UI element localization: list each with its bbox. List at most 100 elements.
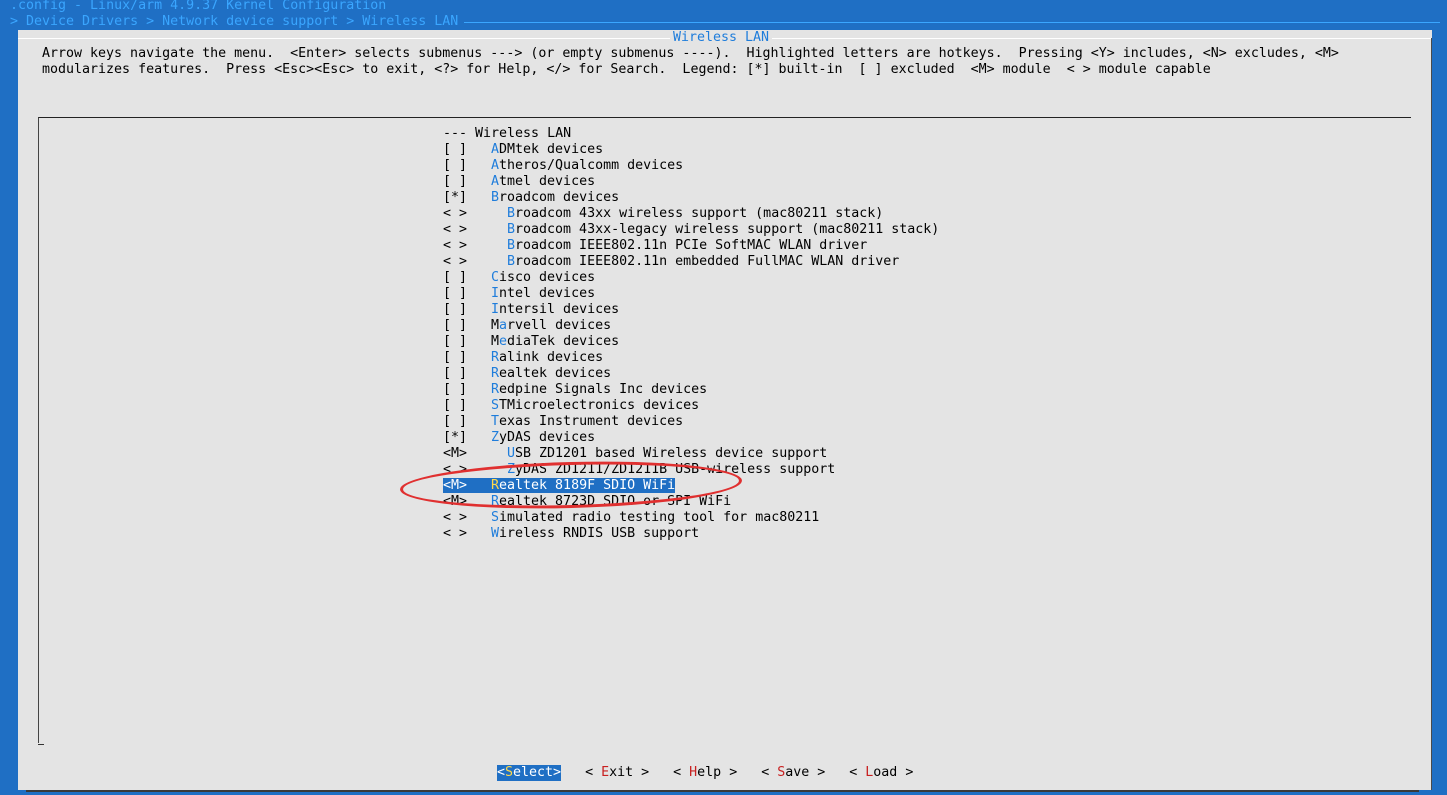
menu-item[interactable]: [ ] Intel devices <box>443 286 939 302</box>
menu-list-box[interactable]: --- Wireless LAN [ ] ADMtek devices[ ] Ath… <box>38 117 1411 745</box>
menu-item-content: <M> USB ZD1201 based Wireless device supp… <box>443 446 827 461</box>
selection-marker[interactable]: [ ] <box>443 142 491 158</box>
menu-item[interactable]: [ ] Intersil devices <box>443 302 939 318</box>
button-label: < <box>849 765 866 780</box>
menu-item-label: roadcom 43xx-legacy wireless support (ma… <box>515 222 940 237</box>
menu-item[interactable]: < > Broadcom 43xx-legacy wireless support… <box>443 222 939 238</box>
menu-item-label: TMicroelectronics devices <box>499 398 700 413</box>
selection-marker[interactable]: [ ] <box>443 366 491 382</box>
menu-item-label: roadcom IEEE802.11n embedded FullMAC WLA… <box>515 254 900 269</box>
menu-item[interactable]: [ ] Realtek devices <box>443 366 939 382</box>
menu-item-content: [*] ZyDAS devices <box>443 430 595 445</box>
hotkey-letter: a <box>499 318 508 333</box>
menu-item-content: < > Broadcom IEEE802.11n embedded FullMAC… <box>443 254 899 269</box>
menu-item-content: [ ] Intersil devices <box>443 302 619 317</box>
breadcrumb-text: > Device Drivers > Network device suppor… <box>10 14 459 29</box>
menu-item[interactable]: [ ] Ralink devices <box>443 350 939 366</box>
hotkey-letter: A <box>491 158 500 173</box>
menu-item-prefix: M <box>491 318 500 333</box>
menu-item-label: exas Instrument devices <box>499 414 684 429</box>
menu-item-content: < > Broadcom 43xx-legacy wireless support… <box>443 222 939 237</box>
button-label: elect> <box>513 765 562 780</box>
menu-item-label: isco devices <box>499 270 596 285</box>
menu-item-label: roadcom 43xx wireless support (mac80211 … <box>515 206 884 221</box>
selection-marker[interactable]: <M> <box>443 446 491 462</box>
select-button[interactable]: <Select> <box>497 765 562 781</box>
hotkey-letter: B <box>507 238 516 253</box>
hotkey-letter: e <box>499 334 508 349</box>
menu-item[interactable]: [ ] Redpine Signals Inc devices <box>443 382 939 398</box>
selection-marker[interactable]: < > <box>443 526 491 542</box>
hotkey-letter: A <box>491 174 500 189</box>
help-button[interactable]: < Help > <box>673 765 737 781</box>
button-label: < <box>585 765 602 780</box>
selection-marker[interactable]: [*] <box>443 190 491 206</box>
selection-marker[interactable]: < > <box>443 222 491 238</box>
help-text: Arrow keys navigate the menu. <Enter> se… <box>42 46 1339 78</box>
menu-item[interactable]: [ ] Cisco devices <box>443 270 939 286</box>
menu-item-content: [ ] Atheros/Qualcomm devices <box>443 158 683 173</box>
hotkey-letter: S <box>491 510 500 525</box>
menu-item-content: [ ] Marvell devices <box>443 318 611 333</box>
dialog-shadow <box>26 790 1419 792</box>
menu-item-content: [ ] Redpine Signals Inc devices <box>443 382 707 397</box>
dialog-title: Wireless LAN <box>670 30 773 46</box>
menu-item[interactable]: [ ] STMicroelectronics devices <box>443 398 939 414</box>
menu-item[interactable]: [ ] Texas Instrument devices <box>443 414 939 430</box>
menu-item[interactable]: < > Broadcom IEEE802.11n PCIe SoftMAC WLA… <box>443 238 939 254</box>
menu-item-content: [ ] Cisco devices <box>443 270 595 285</box>
selection-marker[interactable]: [ ] <box>443 382 491 398</box>
menu-item[interactable]: [*] ZyDAS devices <box>443 430 939 446</box>
menu-item[interactable]: [*] Broadcom devices <box>443 190 939 206</box>
menu-item[interactable]: [ ] Marvell devices <box>443 318 939 334</box>
help-line-2: modularizes features. Press <Esc><Esc> t… <box>42 62 1211 77</box>
selection-marker[interactable]: [ ] <box>443 414 491 430</box>
menu-item[interactable]: < > Wireless RNDIS USB support <box>443 526 939 542</box>
selection-marker[interactable]: [ ] <box>443 174 491 190</box>
hotkey-letter: B <box>507 206 516 221</box>
menu-item[interactable]: [ ] Atheros/Qualcomm devices <box>443 158 939 174</box>
menu-item-label: roadcom devices <box>499 190 620 205</box>
selection-marker[interactable]: [ ] <box>443 350 491 366</box>
selection-marker[interactable]: < > <box>443 510 491 526</box>
menu-item-content: [*] Broadcom devices <box>443 190 619 205</box>
button-label: elp > <box>697 765 738 780</box>
menu-item-content: [ ] Realtek devices <box>443 366 611 381</box>
selection-marker[interactable]: [ ] <box>443 270 491 286</box>
menu-item-label: ntersil devices <box>499 302 620 317</box>
menu-item-label: SB ZD1201 based Wireless device support <box>515 446 828 461</box>
selection-marker[interactable]: < > <box>443 206 491 222</box>
menu-item-content: [ ] Texas Instrument devices <box>443 414 683 429</box>
selection-marker[interactable]: [ ] <box>443 318 491 334</box>
hotkey-letter: U <box>507 446 516 461</box>
menu-item-content: < > Simulated radio testing tool for mac8… <box>443 510 819 525</box>
selection-marker[interactable]: < > <box>443 254 491 270</box>
menu-item[interactable]: <M> USB ZD1201 based Wireless device supp… <box>443 446 939 462</box>
menu-item-content: [ ] ADMtek devices <box>443 142 603 157</box>
dialog-right-border <box>1431 38 1432 790</box>
menu-item[interactable]: < > Simulated radio testing tool for mac8… <box>443 510 939 526</box>
hotkey-letter: H <box>689 765 698 780</box>
selection-marker[interactable]: < > <box>443 238 491 254</box>
selection-marker[interactable]: [ ] <box>443 302 491 318</box>
load-button[interactable]: < Load > <box>849 765 913 781</box>
menu-item[interactable]: [ ] Atmel devices <box>443 174 939 190</box>
menu-item-label: rvell devices <box>507 318 612 333</box>
exit-button[interactable]: < Exit > <box>585 765 649 781</box>
save-button[interactable]: < Save > <box>761 765 825 781</box>
selection-marker[interactable]: [ ] <box>443 334 491 350</box>
help-line-1: Arrow keys navigate the menu. <Enter> se… <box>42 46 1339 61</box>
selection-marker[interactable]: [ ] <box>443 398 491 414</box>
breadcrumb-rule <box>464 22 1440 23</box>
menu-item[interactable]: < > Broadcom 43xx wireless support (mac80… <box>443 206 939 222</box>
menu-item-label: alink devices <box>499 350 604 365</box>
menu-item[interactable]: [ ] ADMtek devices <box>443 142 939 158</box>
selection-marker[interactable]: [*] <box>443 430 491 446</box>
hotkey-letter: B <box>507 222 516 237</box>
selection-marker[interactable]: [ ] <box>443 286 491 302</box>
selection-marker[interactable]: [ ] <box>443 158 491 174</box>
menu-item-content: [ ] STMicroelectronics devices <box>443 398 699 413</box>
menu-item[interactable]: < > Broadcom IEEE802.11n embedded FullMAC… <box>443 254 939 270</box>
menu-item[interactable]: [ ] MediaTek devices <box>443 334 939 350</box>
menu-item-label: tmel devices <box>499 174 596 189</box>
